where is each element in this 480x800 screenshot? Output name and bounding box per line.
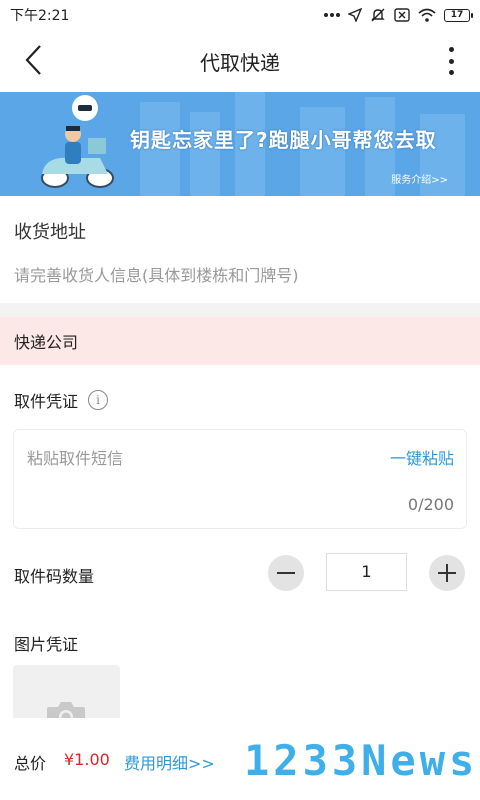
courier-company-label: 快递公司: [14, 333, 79, 352]
photo-cert-label: 图片凭证: [14, 635, 79, 654]
watermark-logo: 1233News: [244, 736, 479, 785]
address-input[interactable]: 请完善收货人信息(具体到楼栋和门牌号): [14, 262, 299, 286]
battery-icon: 17: [444, 8, 473, 22]
close-box-icon: [394, 8, 410, 22]
mute-icon: [370, 7, 386, 23]
more-dot: [448, 58, 454, 64]
service-banner[interactable]: 钥匙忘家里了?跑腿小哥帮您去取 服务介绍>>: [0, 92, 480, 196]
chevron-left-icon: [25, 45, 41, 75]
pickup-cert-label: 取件凭证: [14, 392, 79, 411]
banner-headline: 钥匙忘家里了?跑腿小哥帮您去取: [130, 128, 437, 152]
address-label: 收货地址: [14, 222, 86, 243]
fee-detail-link[interactable]: 费用明细>>: [124, 750, 215, 774]
pickup-cert-heading: 取件凭证 i: [14, 388, 109, 412]
battery-level: 17: [450, 9, 464, 20]
increment-button[interactable]: [429, 555, 465, 591]
section-divider: [0, 303, 480, 317]
navbar: 代取快递: [0, 30, 480, 92]
sms-placeholder: 粘贴取件短信: [27, 449, 124, 468]
minus-icon: [277, 572, 295, 574]
info-icon[interactable]: i: [88, 390, 109, 410]
wifi-icon: [418, 8, 436, 22]
back-button[interactable]: [18, 42, 48, 78]
decrement-button[interactable]: [268, 555, 304, 591]
more-dot: [448, 70, 454, 75]
quantity-input[interactable]: 1: [326, 553, 407, 591]
pickup-code-quantity-label: 取件码数量: [14, 567, 95, 586]
sms-textarea[interactable]: 粘贴取件短信 一键粘贴 0/200: [13, 429, 467, 529]
location-icon: [348, 8, 362, 22]
service-intro-link[interactable]: 服务介绍>>: [391, 171, 448, 186]
char-count: 0/200: [407, 495, 454, 514]
status-bar: 下午2:21 17: [0, 0, 480, 30]
photo-upload-button[interactable]: [13, 665, 120, 725]
status-time: 下午2:21: [10, 8, 70, 24]
more-button[interactable]: [444, 44, 458, 78]
one-click-paste-button[interactable]: 一键粘贴: [390, 445, 454, 469]
more-vertical-icon: [448, 47, 454, 52]
total-price: ¥1.00: [64, 750, 110, 769]
plus-icon-vertical: [446, 564, 448, 582]
dots-icon: [324, 12, 340, 18]
courier-company-selector[interactable]: 快递公司: [0, 317, 480, 365]
total-label: 总价: [14, 754, 47, 773]
page-title: 代取快递: [200, 50, 280, 75]
bottom-bar: 总价 ¥1.00 费用明细>> 1233News: [0, 718, 480, 800]
